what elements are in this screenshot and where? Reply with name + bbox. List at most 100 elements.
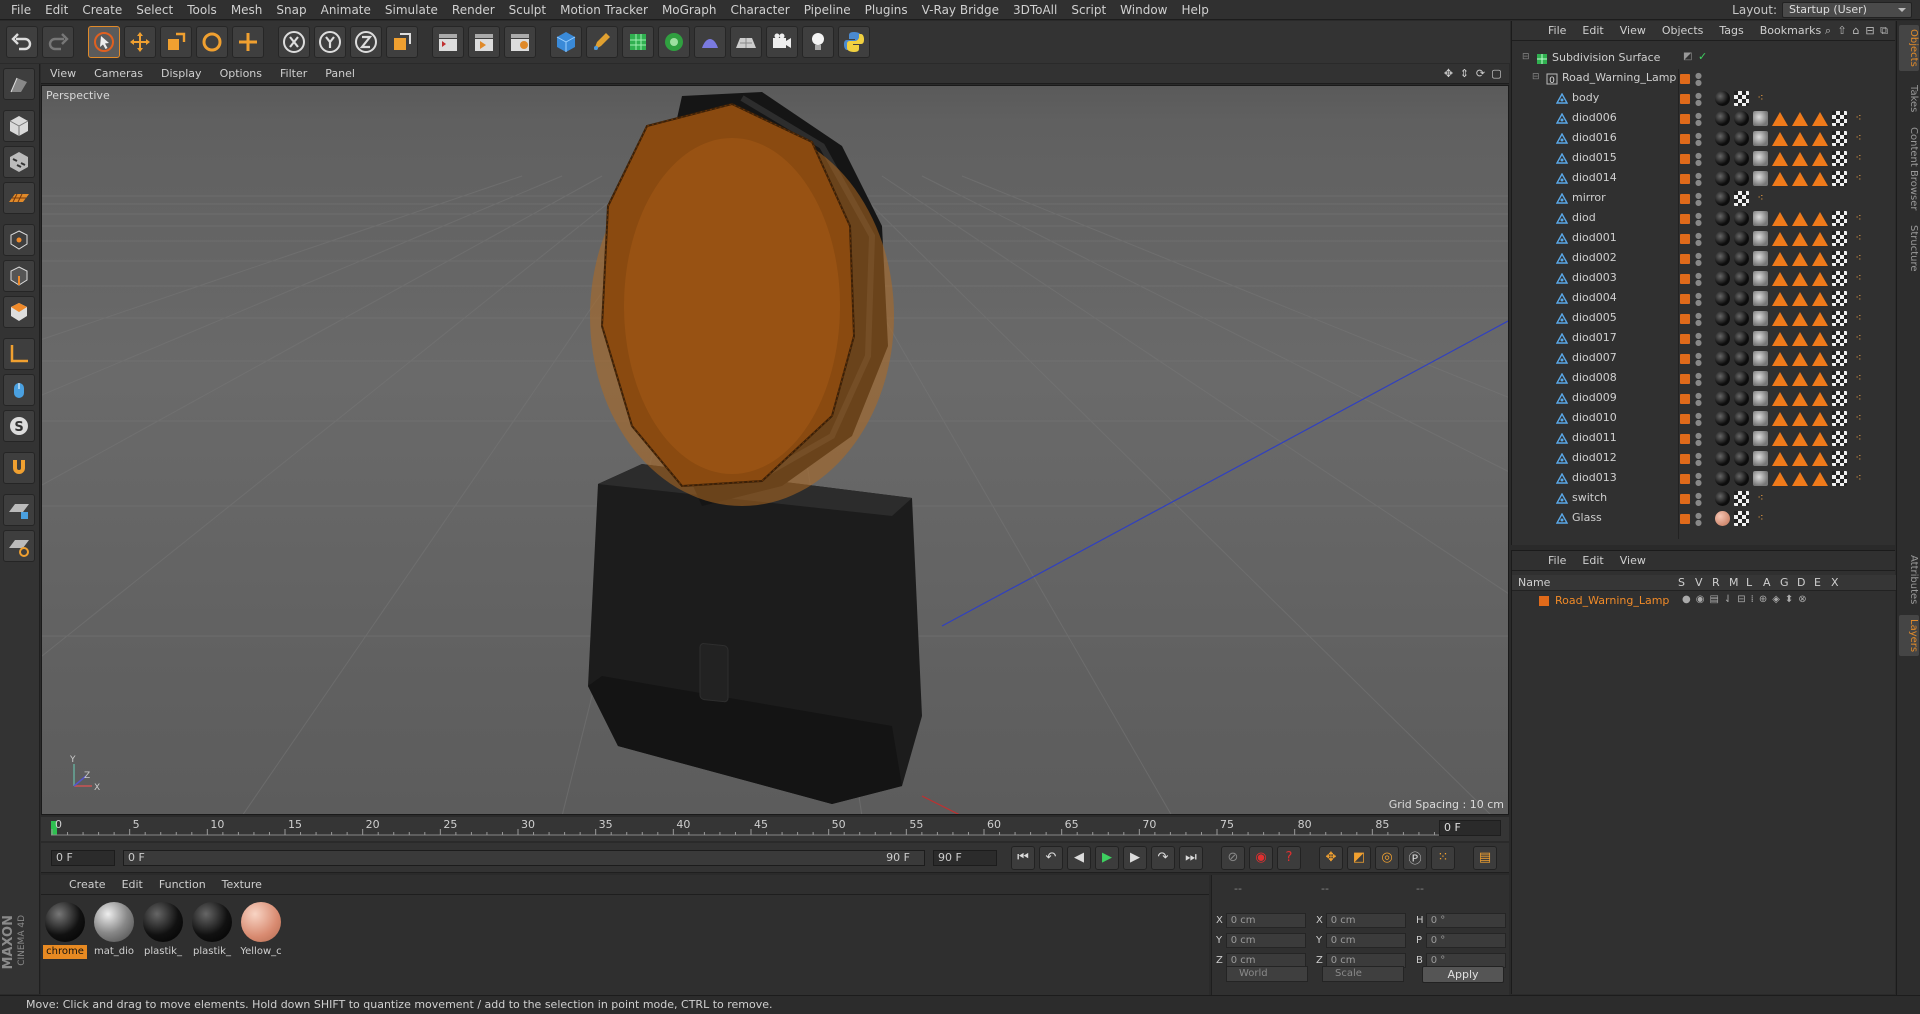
material-tag-icon[interactable]	[1715, 271, 1730, 286]
material-tag-icon[interactable]	[1734, 411, 1749, 426]
key-parameter-button[interactable]: Ⓟ	[1403, 845, 1427, 870]
selection-tag-icon[interactable]	[1772, 152, 1788, 166]
material-tag-icon[interactable]	[1715, 451, 1730, 466]
layer-toggle-icons[interactable]: ●◉▤⇃⊟⁞⊕◈⬍⊗	[1682, 594, 1812, 605]
menu-mograph[interactable]: MoGraph	[655, 0, 724, 20]
layer-color-dot[interactable]	[1680, 454, 1690, 464]
layer-color-dot[interactable]	[1680, 394, 1690, 404]
material-tag-icon[interactable]	[1734, 171, 1749, 186]
material-tag-icon[interactable]	[1715, 471, 1730, 486]
menu-script[interactable]: Script	[1064, 0, 1113, 20]
tab-structure[interactable]: Structure	[1899, 221, 1919, 276]
selection-tag-icon[interactable]	[1792, 132, 1808, 146]
texture-tag-icon[interactable]	[1753, 431, 1768, 446]
uvw-tag-icon[interactable]	[1734, 491, 1749, 506]
object-row[interactable]: diod014 ● ● ⁖	[1512, 169, 1896, 189]
selection-tag-icon[interactable]	[1792, 412, 1808, 426]
layer-row[interactable]: Road_Warning_Lamp ●◉▤⇃⊟⁞⊕◈⬍⊗	[1512, 593, 1896, 609]
texture-tag-icon[interactable]	[1753, 371, 1768, 386]
layer-color-dot[interactable]	[1680, 314, 1690, 324]
texture-tag-icon[interactable]	[1753, 411, 1768, 426]
selection-tag-icon[interactable]	[1772, 312, 1788, 326]
selection-tag-icon[interactable]	[1812, 172, 1828, 186]
selection-tag-icon[interactable]	[1792, 212, 1808, 226]
selection-tag-icon[interactable]	[1792, 312, 1808, 326]
menu-create[interactable]: Create	[75, 0, 129, 20]
scale-tool-button[interactable]	[160, 26, 192, 58]
layer-color-dot[interactable]	[1680, 254, 1690, 264]
go-to-start-button[interactable]: ⏮	[1011, 845, 1035, 870]
material-tag-icon[interactable]	[1715, 111, 1730, 126]
uvw-tag-icon[interactable]	[1832, 391, 1847, 406]
selection-tag-icon[interactable]	[1792, 452, 1808, 466]
phong-tag-icon[interactable]: ⁖	[1851, 111, 1866, 126]
camera-button[interactable]	[766, 26, 798, 58]
layer-color-dot[interactable]	[1680, 334, 1690, 344]
selection-tag-icon[interactable]	[1792, 332, 1808, 346]
visibility-dots-icon[interactable]: ● ●	[1695, 392, 1702, 407]
menu-plugins[interactable]: Plugins	[858, 0, 915, 20]
go-to-end-button[interactable]: ⏭	[1179, 845, 1203, 870]
material-tag-icon[interactable]	[1734, 231, 1749, 246]
texture-tag-icon[interactable]	[1753, 111, 1768, 126]
selection-tag-icon[interactable]	[1772, 232, 1788, 246]
menu-file[interactable]: File	[4, 0, 38, 20]
selection-tag-icon[interactable]	[1812, 132, 1828, 146]
material-tag-icon[interactable]	[1734, 311, 1749, 326]
uvw-tag-icon[interactable]	[1832, 471, 1847, 486]
phong-tag-icon[interactable]: ⁖	[1851, 331, 1866, 346]
object-row[interactable]: diod007 ● ● ⁖	[1512, 349, 1896, 369]
3d-viewport[interactable]: Y Z X Perspective Grid Spacing : 10 cm	[41, 85, 1509, 815]
material-tag-icon[interactable]	[1715, 211, 1730, 226]
material-menu-create[interactable]: Create	[61, 875, 114, 895]
material-tag-icon[interactable]	[1715, 151, 1730, 166]
end-frame-field[interactable]: 90 F	[933, 849, 997, 866]
selection-tag-icon[interactable]	[1772, 472, 1788, 486]
visibility-dots-icon[interactable]: ● ●	[1695, 372, 1702, 387]
object-row[interactable]: 0 ⊟ Road_Warning_Lamp ● ●	[1512, 69, 1896, 89]
rotation-p-field[interactable]: 0 °	[1425, 932, 1506, 948]
phong-tag-icon[interactable]: ⁖	[1851, 151, 1866, 166]
zoom-icon[interactable]: ⇕	[1458, 67, 1471, 80]
selection-tag-icon[interactable]	[1772, 432, 1788, 446]
visibility-dots-icon[interactable]: ● ●	[1695, 232, 1702, 247]
selection-tag-icon[interactable]	[1772, 412, 1788, 426]
visibility-dots-icon[interactable]: ● ●	[1695, 112, 1702, 127]
texture-tag-icon[interactable]	[1753, 291, 1768, 306]
material-chrome[interactable]: chrome	[43, 902, 87, 959]
selection-tag-icon[interactable]	[1812, 152, 1828, 166]
material-tag-icon[interactable]	[1734, 291, 1749, 306]
phong-tag-icon[interactable]: ⁖	[1851, 131, 1866, 146]
object-row[interactable]: diod001 ● ● ⁖	[1512, 229, 1896, 249]
visibility-dots-icon[interactable]: ● ●	[1695, 72, 1702, 87]
layer-color-dot[interactable]	[1680, 94, 1690, 104]
up-arrow-icon[interactable]: ⇧	[1835, 24, 1849, 37]
selection-tag-icon[interactable]	[1812, 332, 1828, 346]
cloner-button[interactable]	[658, 26, 690, 58]
material-tag-icon[interactable]	[1715, 431, 1730, 446]
visibility-dots-icon[interactable]: ● ●	[1695, 212, 1702, 227]
uvw-tag-icon[interactable]	[1832, 131, 1847, 146]
object-row[interactable]: ⊟ Subdivision Surface ◩ ✓	[1512, 49, 1896, 69]
uvw-tag-icon[interactable]	[1734, 511, 1749, 526]
selection-tag-icon[interactable]	[1812, 312, 1828, 326]
texture-tag-icon[interactable]	[1753, 471, 1768, 486]
selection-tag-icon[interactable]	[1812, 412, 1828, 426]
object-row[interactable]: diod009 ● ● ⁖	[1512, 389, 1896, 409]
planar-workplane-button[interactable]	[3, 530, 35, 562]
material-tag-icon[interactable]	[1715, 191, 1730, 206]
uvw-tag-icon[interactable]	[1832, 451, 1847, 466]
phong-tag-icon[interactable]: ⁖	[1851, 271, 1866, 286]
menu-render[interactable]: Render	[445, 0, 502, 20]
material-tag-icon[interactable]	[1734, 451, 1749, 466]
menu-select[interactable]: Select	[129, 0, 180, 20]
menu-3dtoall[interactable]: 3DToAll	[1006, 0, 1064, 20]
key-rotation-button[interactable]: ◎	[1375, 845, 1399, 870]
timeline-ruler[interactable]: 051015202530354045505560657075808590 0 F	[41, 817, 1509, 841]
texture-tag-icon[interactable]	[1753, 271, 1768, 286]
expand-toggle-icon[interactable]: ⊟	[1532, 72, 1540, 82]
uvw-tag-icon[interactable]	[1734, 191, 1749, 206]
uvw-tag-icon[interactable]	[1832, 431, 1847, 446]
layer-color-dot[interactable]	[1680, 514, 1690, 524]
uvw-tag-icon[interactable]	[1832, 271, 1847, 286]
